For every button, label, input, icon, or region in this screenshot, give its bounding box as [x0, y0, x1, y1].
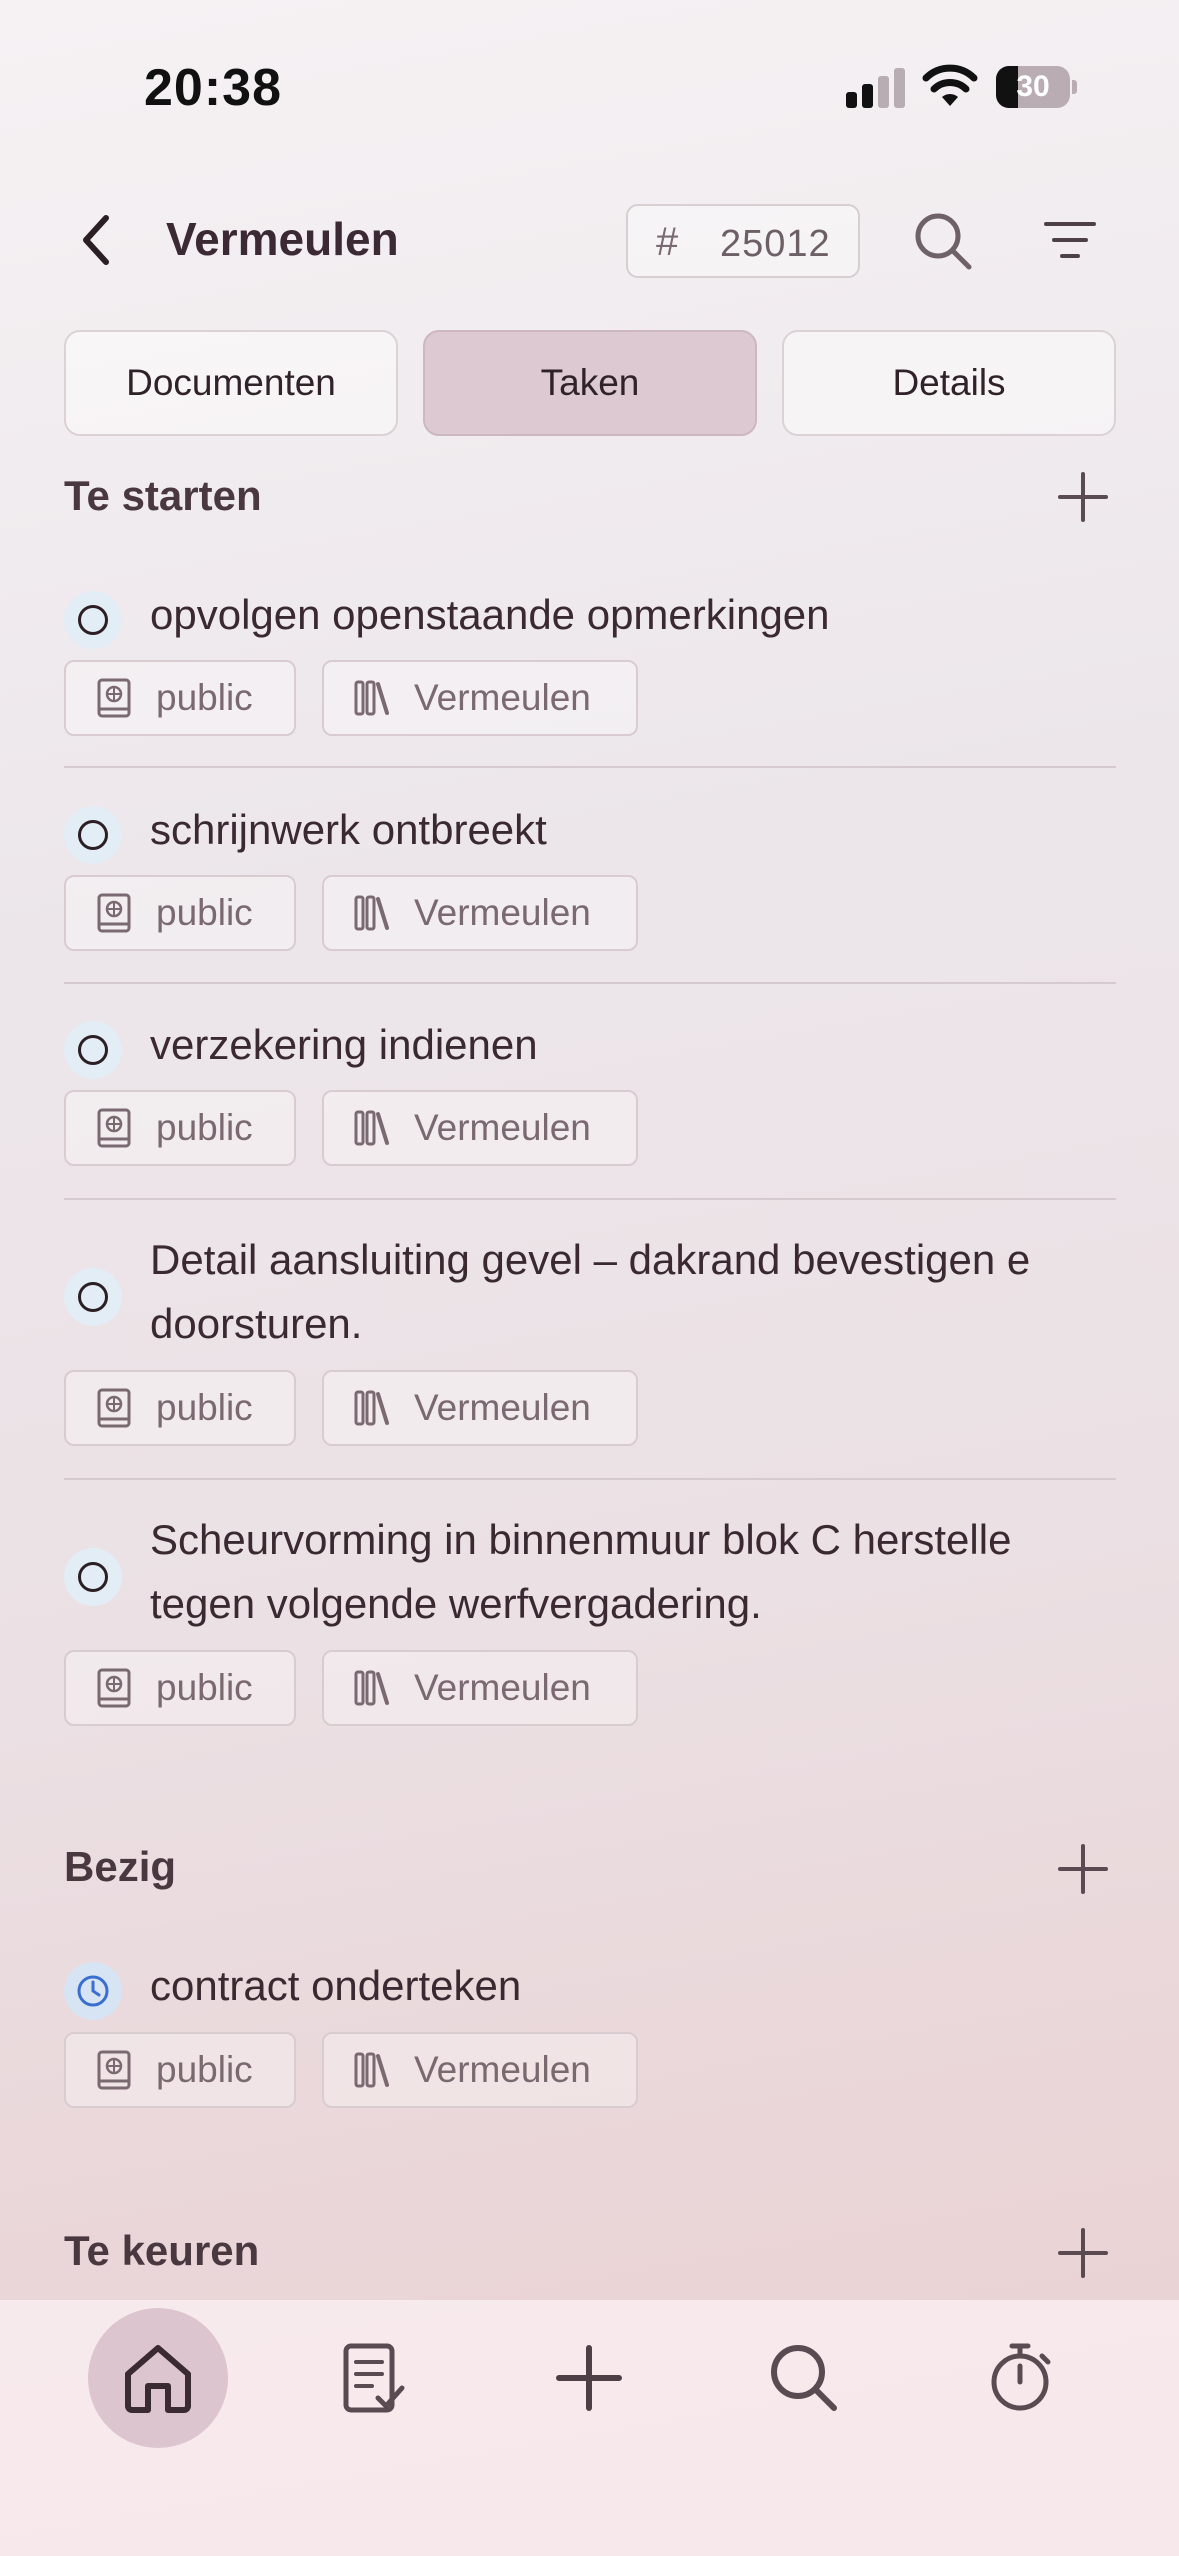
task-status-in-progress-icon[interactable]: [64, 1962, 122, 2020]
task-status-open-icon[interactable]: [64, 1268, 122, 1326]
globe-book-icon: [97, 893, 131, 933]
library-icon: [354, 1110, 389, 1146]
visibility-label: public: [156, 2049, 253, 2090]
library-icon: [354, 895, 389, 931]
add-task-plus-icon[interactable]: [1056, 2226, 1110, 2280]
section-title-bezig: Bezig: [64, 1843, 177, 1890]
visibility-label: public: [156, 1107, 253, 1148]
tab-details[interactable]: Details: [782, 330, 1116, 436]
section-title-te-starten: Te starten: [64, 472, 262, 519]
visibility-tag[interactable]: public: [64, 1090, 296, 1166]
tab-taken[interactable]: Taken: [423, 330, 757, 436]
task-status-open-icon[interactable]: [64, 1021, 122, 1079]
visibility-tag[interactable]: public: [64, 875, 296, 951]
library-icon: [354, 1390, 389, 1426]
task-title-line-1[interactable]: Detail aansluiting gevel – dakrand beves…: [150, 1228, 1179, 1292]
wifi-icon: [922, 64, 978, 106]
task-title[interactable]: opvolgen openstaande opmerkingen: [150, 583, 1179, 647]
tab-documenten[interactable]: Documenten: [64, 330, 398, 436]
library-icon: [354, 680, 389, 716]
section-title-te-keuren: Te keuren: [64, 2227, 260, 2274]
visibility-tag[interactable]: public: [64, 660, 296, 736]
globe-book-icon: [97, 1388, 131, 1428]
project-label: Vermeulen: [414, 2049, 591, 2090]
task-title[interactable]: contract onderteken: [150, 1954, 1179, 2018]
project-number: 25012: [720, 223, 831, 265]
project-label: Vermeulen: [414, 1387, 591, 1428]
task-title[interactable]: schrijnwerk ontbreekt: [150, 798, 1179, 862]
project-label: Vermeulen: [414, 1107, 591, 1148]
project-label: Vermeulen: [414, 892, 591, 933]
task-status-open-icon[interactable]: [64, 591, 122, 649]
divider: [64, 1478, 1116, 1480]
task-title[interactable]: verzekering indienen: [150, 1013, 1179, 1077]
divider: [64, 1198, 1116, 1200]
project-number-badge[interactable]: # 25012: [626, 204, 860, 278]
filter-icon[interactable]: [1044, 220, 1096, 260]
page-title: Vermeulen: [166, 213, 399, 265]
divider: [64, 982, 1116, 984]
task-title-line-2[interactable]: tegen volgende werfvergadering.: [150, 1572, 1179, 1636]
search-icon[interactable]: [912, 210, 974, 272]
battery-icon: 30: [996, 66, 1078, 108]
task-list-icon[interactable]: [334, 2338, 414, 2418]
project-tag[interactable]: Vermeulen: [322, 1650, 638, 1726]
globe-book-icon: [97, 678, 131, 718]
visibility-label: public: [156, 1667, 253, 1708]
visibility-label: public: [156, 1387, 253, 1428]
task-status-open-icon[interactable]: [64, 1548, 122, 1606]
project-tag[interactable]: Vermeulen: [322, 1090, 638, 1166]
library-icon: [354, 2052, 389, 2088]
project-tag[interactable]: Vermeulen: [322, 660, 638, 736]
divider: [64, 766, 1116, 768]
visibility-label: public: [156, 892, 253, 933]
timer-icon[interactable]: [980, 2338, 1060, 2418]
task-title-line-2[interactable]: doorsturen.: [150, 1292, 1179, 1356]
cellular-signal-icon: [846, 68, 906, 108]
visibility-tag[interactable]: public: [64, 2032, 296, 2108]
project-tag[interactable]: Vermeulen: [322, 1370, 638, 1446]
battery-level: 30: [1016, 70, 1050, 103]
hash-icon: #: [656, 220, 679, 264]
status-time: 20:38: [144, 59, 282, 117]
globe-book-icon: [97, 1108, 131, 1148]
task-status-open-icon[interactable]: [64, 806, 122, 864]
visibility-label: public: [156, 677, 253, 718]
chevron-left-icon[interactable]: [72, 210, 122, 270]
home-icon[interactable]: [118, 2338, 198, 2418]
project-label: Vermeulen: [414, 677, 591, 718]
globe-book-icon: [97, 2050, 131, 2090]
project-tag[interactable]: Vermeulen: [322, 875, 638, 951]
visibility-tag[interactable]: public: [64, 1650, 296, 1726]
add-task-plus-icon[interactable]: [1056, 470, 1110, 524]
add-task-plus-icon[interactable]: [1056, 1842, 1110, 1896]
library-icon: [354, 1670, 389, 1706]
visibility-tag[interactable]: public: [64, 1370, 296, 1446]
task-title-line-1[interactable]: Scheurvorming in binnenmuur blok C herst…: [150, 1508, 1179, 1572]
project-label: Vermeulen: [414, 1667, 591, 1708]
globe-book-icon: [97, 1668, 131, 1708]
project-tag[interactable]: Vermeulen: [322, 2032, 638, 2108]
plus-icon[interactable]: [549, 2338, 629, 2418]
search-icon[interactable]: [764, 2338, 844, 2418]
